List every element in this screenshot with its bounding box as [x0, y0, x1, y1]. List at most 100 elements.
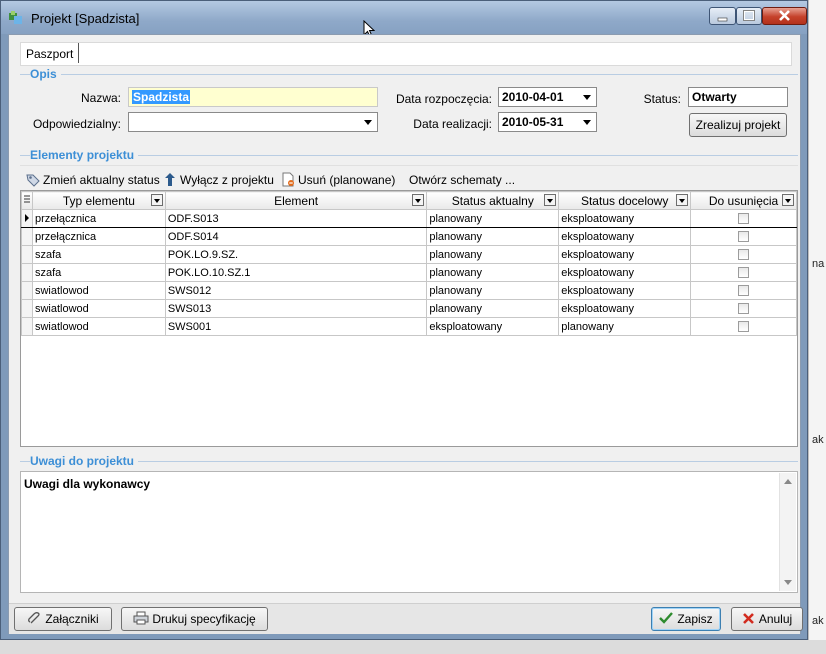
- calendar-dropdown-icon[interactable]: [579, 89, 595, 105]
- nazwa-field[interactable]: Spadzista: [128, 87, 378, 107]
- cell-status-aktualny[interactable]: planowany: [426, 227, 560, 246]
- table-row[interactable]: swiatlowod SWS001 eksploatowany planowan…: [21, 317, 797, 336]
- cell-status-docelowy[interactable]: eksploatowany: [558, 299, 692, 318]
- filter-dropdown-icon[interactable]: [150, 194, 163, 206]
- status-label: Status:: [643, 92, 681, 106]
- tab-paszport[interactable]: Paszport: [21, 43, 80, 63]
- cell-status-docelowy[interactable]: eksploatowany: [558, 263, 692, 282]
- row-indicator[interactable]: [21, 281, 33, 300]
- otworz-schematy-button[interactable]: Otwórz schematy ...: [409, 171, 515, 189]
- cell-typ[interactable]: szafa: [31, 245, 166, 264]
- row-indicator[interactable]: [21, 317, 33, 336]
- cell-do-usuniecia[interactable]: [690, 263, 797, 282]
- zmien-status-button[interactable]: Zmień aktualny status: [26, 171, 160, 189]
- data-realizacji-field[interactable]: 2010-05-31: [498, 112, 597, 132]
- do-usuniecia-checkbox[interactable]: [738, 321, 750, 333]
- cell-status-docelowy[interactable]: eksploatowany: [558, 209, 692, 228]
- cell-do-usuniecia[interactable]: [690, 209, 797, 228]
- chevron-down-icon[interactable]: [360, 114, 376, 130]
- do-usuniecia-checkbox[interactable]: [738, 231, 750, 243]
- do-usuniecia-checkbox[interactable]: [738, 303, 750, 315]
- table-row[interactable]: szafa POK.LO.9.SZ. planowany eksploatowa…: [21, 245, 797, 264]
- cell-do-usuniecia[interactable]: [690, 227, 797, 246]
- odpowiedzialny-select[interactable]: [128, 112, 378, 132]
- zalaczniki-button[interactable]: Załączniki: [14, 607, 112, 631]
- cell-status-aktualny[interactable]: planowany: [426, 299, 560, 318]
- cell-status-docelowy[interactable]: eksploatowany: [558, 245, 692, 264]
- row-indicator[interactable]: [21, 299, 33, 318]
- table-row[interactable]: przełącznica ODF.S013 planowany eksploat…: [21, 209, 797, 228]
- cell-typ[interactable]: swiatlowod: [31, 299, 166, 318]
- cell-element[interactable]: ODF.S013: [164, 209, 428, 228]
- table-row[interactable]: swiatlowod SWS013 planowany eksploatowan…: [21, 299, 797, 318]
- anuluj-button[interactable]: Anuluj: [731, 607, 803, 631]
- cell-element[interactable]: POK.LO.10.SZ.1: [164, 263, 428, 282]
- cancel-x-icon: [742, 613, 754, 624]
- filter-dropdown-icon[interactable]: [412, 194, 425, 206]
- zrealizuj-projekt-button[interactable]: Zrealizuj projekt: [689, 113, 787, 137]
- filter-dropdown-icon[interactable]: [544, 194, 557, 206]
- cell-do-usuniecia[interactable]: [690, 317, 797, 336]
- table-row[interactable]: przełącznica ODF.S014 planowany eksploat…: [21, 227, 797, 246]
- cell-element[interactable]: ODF.S014: [164, 227, 428, 246]
- opis-section-label: Opis: [30, 67, 61, 81]
- column-header-label: Typ elementu: [62, 193, 135, 208]
- column-header-typ[interactable]: Typ elementu: [31, 191, 166, 210]
- zapisz-button[interactable]: Zapisz: [651, 607, 721, 631]
- data-rozpoczecia-field[interactable]: 2010-04-01: [498, 87, 597, 107]
- grid-corner-header[interactable]: [21, 191, 33, 210]
- cell-do-usuniecia[interactable]: [690, 281, 797, 300]
- filter-dropdown-icon[interactable]: [782, 194, 794, 206]
- table-row[interactable]: szafa POK.LO.10.SZ.1 planowany eksploato…: [21, 263, 797, 282]
- cell-typ[interactable]: swiatlowod: [31, 317, 166, 336]
- uwagi-textarea[interactable]: Uwagi dla wykonawcy: [20, 471, 798, 593]
- wylacz-z-projektu-button[interactable]: Wyłącz z projektu: [163, 171, 274, 189]
- usun-planowane-button[interactable]: Usuń (planowane): [281, 171, 395, 189]
- cell-status-aktualny[interactable]: planowany: [426, 281, 560, 300]
- do-usuniecia-checkbox[interactable]: [738, 213, 750, 225]
- cell-status-aktualny[interactable]: planowany: [426, 263, 560, 282]
- row-indicator[interactable]: [21, 263, 33, 282]
- cell-status-docelowy[interactable]: planowany: [558, 317, 692, 336]
- column-header-element[interactable]: Element: [164, 191, 428, 210]
- scroll-down-icon[interactable]: [784, 580, 792, 585]
- do-usuniecia-checkbox[interactable]: [738, 285, 750, 297]
- minimize-button[interactable]: [709, 7, 736, 25]
- cell-element[interactable]: POK.LO.9.SZ.: [164, 245, 428, 264]
- cell-status-aktualny[interactable]: planowany: [426, 209, 560, 228]
- row-indicator[interactable]: [21, 227, 33, 246]
- scroll-up-icon[interactable]: [784, 479, 792, 484]
- table-row[interactable]: swiatlowod SWS012 planowany eksploatowan…: [21, 281, 797, 300]
- checkmark-icon: [659, 612, 674, 624]
- do-usuniecia-checkbox[interactable]: [738, 267, 750, 279]
- cell-do-usuniecia[interactable]: [690, 245, 797, 264]
- row-indicator[interactable]: [21, 245, 33, 264]
- cell-do-usuniecia[interactable]: [690, 299, 797, 318]
- usun-label: Usuń (planowane): [298, 173, 396, 187]
- drukuj-specyfikacje-button[interactable]: Drukuj specyfikację: [121, 607, 268, 631]
- maximize-button[interactable]: [736, 7, 762, 25]
- cell-status-docelowy[interactable]: eksploatowany: [558, 227, 692, 246]
- cell-status-docelowy[interactable]: eksploatowany: [558, 281, 692, 300]
- filter-dropdown-icon[interactable]: [676, 194, 689, 206]
- column-header-do-usuniecia[interactable]: Do usunięcia: [690, 191, 797, 210]
- cell-typ[interactable]: swiatlowod: [31, 281, 166, 300]
- calendar-dropdown-icon[interactable]: [579, 114, 595, 130]
- cell-typ[interactable]: szafa: [31, 263, 166, 282]
- uwagi-scrollbar[interactable]: [779, 473, 796, 591]
- cell-element[interactable]: SWS001: [164, 317, 428, 336]
- cell-element[interactable]: SWS013: [164, 299, 428, 318]
- cell-typ[interactable]: przełącznica: [31, 227, 166, 246]
- cell-status-aktualny[interactable]: planowany: [426, 245, 560, 264]
- cell-status-aktualny[interactable]: eksploatowany: [426, 317, 560, 336]
- close-button[interactable]: [762, 7, 807, 25]
- column-header-status-docelowy[interactable]: Status docelowy: [558, 191, 692, 210]
- elements-grid[interactable]: Typ elementu Element Status aktualny Sta…: [20, 190, 798, 447]
- anuluj-label: Anuluj: [758, 612, 793, 626]
- row-indicator[interactable]: [21, 209, 33, 228]
- column-header-status-aktualny[interactable]: Status aktualny: [426, 191, 560, 210]
- title-bar[interactable]: Projekt [Spadzista]: [1, 1, 807, 38]
- cell-typ[interactable]: przełącznica: [31, 209, 166, 228]
- cell-element[interactable]: SWS012: [164, 281, 428, 300]
- do-usuniecia-checkbox[interactable]: [738, 249, 750, 261]
